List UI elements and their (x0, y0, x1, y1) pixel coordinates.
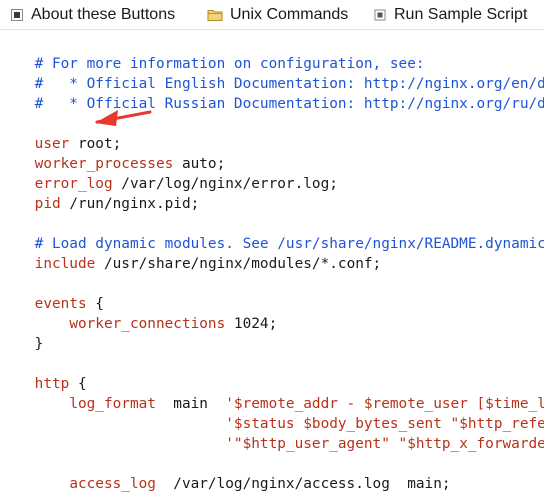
code-line: # * Official Russian Documentation: http… (0, 74, 544, 112)
code-line: pid /run/nginx.pid; (0, 174, 200, 212)
code-keyword: pid (34, 196, 61, 212)
run-sample-script-label: Run Sample Script (394, 6, 528, 23)
checkbox-icon (10, 8, 24, 22)
script-icon (373, 8, 387, 22)
code-line: user root; (0, 114, 122, 152)
about-buttons-button[interactable]: About these Buttons (10, 0, 176, 29)
code-line: # * Official English Documentation: http… (0, 54, 544, 92)
code-line: '"$http_user_agent" "$http_x_forwarded_ (0, 414, 544, 452)
code-value: /usr/share/nginx/modules/*.conf; (95, 256, 382, 272)
code-value: /var/log/nginx/access.log main; (155, 476, 451, 492)
code-keyword: worker_connections (69, 316, 226, 332)
code-line: include /usr/share/nginx/modules/*.conf; (0, 234, 382, 272)
unix-commands-label: Unix Commands (230, 6, 349, 23)
code-line: } (0, 314, 44, 352)
code-line: # Load dynamic modules. See /usr/share/n… (0, 214, 544, 252)
code-line: events { (0, 274, 104, 312)
code-value: } (34, 336, 44, 352)
code-string: '"$http_user_agent" "$http_x_forwarded_ (225, 436, 544, 452)
code-line: worker_connections 1024; (0, 294, 277, 332)
code-comment: # * Official Russian Documentation: http… (34, 96, 544, 112)
code-line: access_log /var/log/nginx/access.log mai… (0, 454, 450, 492)
code-keyword: access_log (69, 476, 156, 492)
toolbar: About these Buttons Unix Commands Run Sa… (0, 0, 544, 30)
code-value: /run/nginx.pid; (60, 196, 200, 212)
code-editor[interactable]: # For more information on configuration,… (0, 34, 544, 497)
unix-commands-button[interactable]: Unix Commands (207, 0, 349, 29)
run-sample-script-button[interactable]: Run Sample Script (373, 0, 528, 29)
code-line: '$status $body_bytes_sent "$http_refere (0, 394, 544, 432)
code-line: # For more information on configuration,… (0, 34, 425, 72)
code-line: error_log /var/log/nginx/error.log; (0, 154, 338, 192)
code-line: http { (0, 354, 87, 392)
folder-icon (207, 8, 223, 22)
code-value: 1024; (225, 316, 278, 332)
code-line: log_format main '$remote_addr - $remote_… (0, 374, 544, 412)
code-keyword: include (34, 256, 96, 272)
code-line: worker_processes auto; (0, 134, 226, 172)
about-buttons-label: About these Buttons (31, 6, 176, 23)
